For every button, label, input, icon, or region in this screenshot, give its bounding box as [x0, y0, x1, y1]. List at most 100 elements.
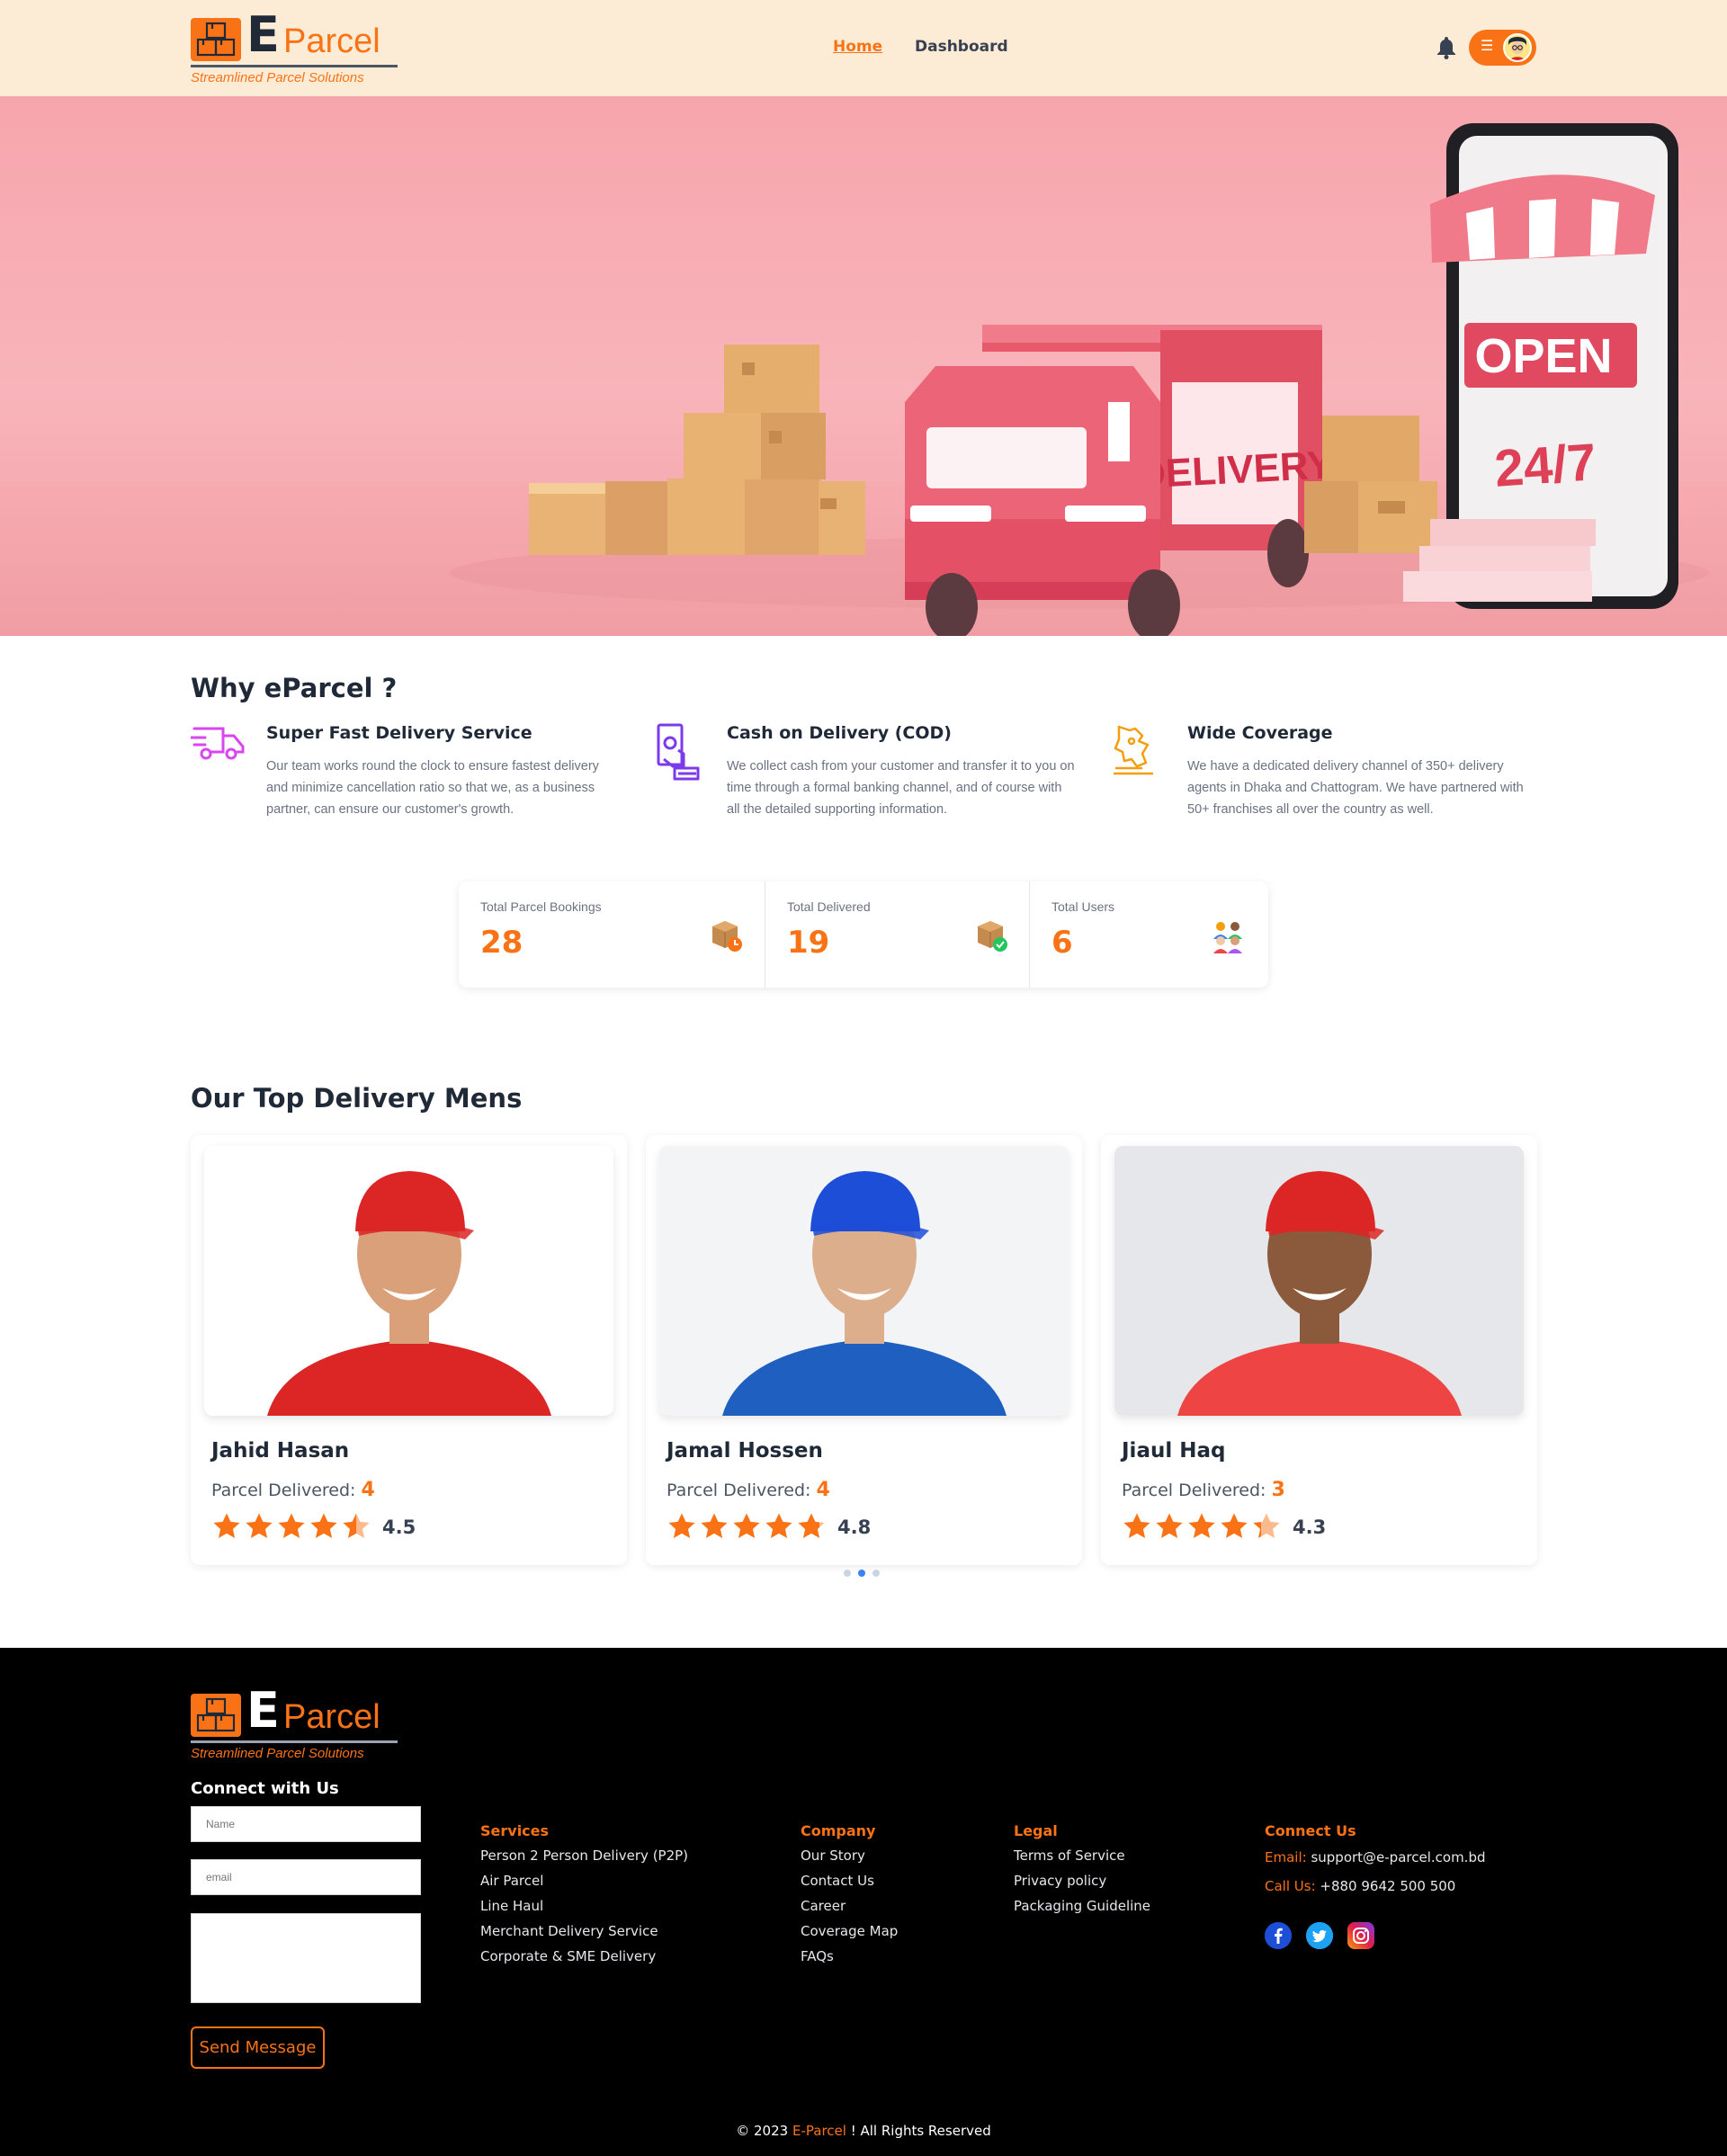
- phone-value[interactable]: +880 9642 500 500: [1320, 1878, 1455, 1894]
- star-icon: [1219, 1511, 1249, 1542]
- hero-banner: DELIVERY OPEN 24/7: [0, 96, 1727, 636]
- open-sign-text: OPEN: [1474, 329, 1612, 383]
- delivery-man-card[interactable]: Jahid Hasan Parcel Delivered: 4 4.5: [191, 1135, 627, 1565]
- nav-dashboard-link[interactable]: Dashboard: [915, 38, 1008, 56]
- bell-icon[interactable]: [1436, 36, 1456, 63]
- services-heading: Services: [480, 1822, 550, 1839]
- star-icon: [796, 1511, 827, 1542]
- company-link[interactable]: Our Story: [801, 1843, 898, 1868]
- stat-label: Total Delivered: [787, 899, 871, 914]
- stats-panel: Total Parcel Bookings 28 Total Delivered…: [459, 881, 1268, 988]
- email-label: Email:: [1265, 1849, 1307, 1865]
- users-icon: [1210, 917, 1246, 953]
- logo-rule: [191, 1740, 398, 1743]
- logo-rule: [191, 65, 398, 67]
- stat-value: 6: [1051, 925, 1073, 961]
- services-link[interactable]: Person 2 Person Delivery (P2P): [480, 1843, 688, 1868]
- services-link[interactable]: Air Parcel: [480, 1868, 688, 1893]
- star-icon: [341, 1511, 371, 1542]
- company-link[interactable]: FAQs: [801, 1944, 898, 1969]
- parcel-check-icon: [974, 917, 1010, 953]
- contact-name-input[interactable]: [191, 1806, 421, 1842]
- rating-value: 4.8: [837, 1516, 872, 1538]
- delivery-man-name: Jahid Hasan: [211, 1439, 350, 1463]
- services-link[interactable]: Line Haul: [480, 1893, 688, 1919]
- parcel-delivered-label: Parcel Delivered:: [667, 1481, 811, 1500]
- brand-logo[interactable]: E Parcel Streamlined Parcel Solutions: [191, 11, 399, 90]
- legal-heading: Legal: [1014, 1822, 1058, 1839]
- copyright-prefix: © 2023: [736, 2123, 789, 2139]
- parcel-delivered: Parcel Delivered: 3: [1122, 1479, 1285, 1501]
- star-icon: [309, 1511, 339, 1542]
- star-icon: [1122, 1511, 1152, 1542]
- boxes-logo-icon: [191, 1694, 241, 1737]
- services-link[interactable]: Corporate & SME Delivery: [480, 1944, 688, 1969]
- feature-description: Our team works round the clock to ensure…: [266, 759, 599, 817]
- twitter-icon[interactable]: [1306, 1922, 1333, 1949]
- company-link[interactable]: Coverage Map: [801, 1919, 898, 1944]
- top-delivery-title: Our Top Delivery Mens: [191, 1083, 523, 1114]
- star-icon: [667, 1511, 697, 1542]
- legal-link[interactable]: Privacy policy: [1014, 1868, 1150, 1893]
- brand-tagline: Streamlined Parcel Solutions: [191, 70, 364, 85]
- cash-hand-icon: [651, 723, 705, 781]
- services-link[interactable]: Merchant Delivery Service: [480, 1919, 688, 1944]
- stat-label: Total Users: [1051, 899, 1115, 914]
- call-label: Call Us:: [1265, 1878, 1316, 1894]
- instagram-icon[interactable]: [1347, 1922, 1374, 1949]
- hamburger-icon: ☰: [1481, 37, 1494, 54]
- copyright-brand-link[interactable]: E-Parcel: [792, 2123, 846, 2139]
- carousel-dot[interactable]: [844, 1570, 851, 1577]
- footer-contact: Connect Us Email: support@e-parcel.com.b…: [1265, 1822, 1486, 1901]
- footer-company: Company Our Story Contact Us Career Cove…: [801, 1822, 898, 1969]
- phone-shop: OPEN 24/7: [1403, 123, 1678, 609]
- delivery-illustration: DELIVERY OPEN 24/7: [0, 123, 1727, 636]
- stat-total-bookings: Total Parcel Bookings 28: [459, 881, 765, 988]
- rating-value: 4.5: [382, 1516, 416, 1538]
- boxes-logo-icon: [191, 18, 241, 61]
- map-coverage-icon: [1112, 723, 1166, 777]
- delivery-man-card[interactable]: Jamal Hossen Parcel Delivered: 4 4.8: [646, 1135, 1082, 1565]
- send-message-button[interactable]: Send Message: [191, 2026, 325, 2069]
- parcel-delivered-count: 4: [361, 1479, 375, 1501]
- parcel-delivered: Parcel Delivered: 4: [211, 1479, 375, 1501]
- email-value[interactable]: support@e-parcel.com.bd: [1311, 1849, 1485, 1865]
- delivery-man-card[interactable]: Jiaul Haq Parcel Delivered: 3 4.3: [1101, 1135, 1537, 1565]
- stat-value: 19: [787, 925, 830, 961]
- star-icon: [244, 1511, 274, 1542]
- copyright-suffix: ! All Rights Reserved: [850, 2123, 991, 2139]
- parcel-clock-icon: [709, 917, 745, 953]
- footer-brand-logo[interactable]: E Parcel Streamlined Parcel Solutions: [191, 1686, 399, 1766]
- feature-title: Wide Coverage: [1187, 723, 1333, 743]
- top-navbar: E Parcel Streamlined Parcel Solutions Ho…: [0, 0, 1727, 96]
- feature-title: Super Fast Delivery Service: [266, 723, 532, 743]
- copyright: © 2023 E-Parcel ! All Rights Reserved: [0, 2123, 1727, 2139]
- delivery-man-name: Jiaul Haq: [1122, 1439, 1226, 1463]
- brand-word: Parcel: [283, 1698, 380, 1736]
- legal-link[interactable]: Packaging Guideline: [1014, 1893, 1150, 1919]
- legal-link[interactable]: Terms of Service: [1014, 1843, 1150, 1868]
- company-link[interactable]: Contact Us: [801, 1868, 898, 1893]
- contact-email-row: Email: support@e-parcel.com.bd: [1265, 1843, 1486, 1872]
- feature-title: Cash on Delivery (COD): [727, 723, 952, 743]
- connect-title: Connect with Us: [191, 1779, 339, 1798]
- carousel-dot-active[interactable]: [858, 1570, 865, 1577]
- delivery-man-name: Jamal Hossen: [667, 1439, 823, 1463]
- parcel-delivered-count: 4: [816, 1479, 830, 1501]
- contact-message-textarea[interactable]: [191, 1913, 421, 2003]
- star-icon: [699, 1511, 729, 1542]
- facebook-icon[interactable]: [1265, 1922, 1292, 1949]
- delivery-man-photo: [659, 1146, 1069, 1416]
- profile-menu-button[interactable]: ☰: [1469, 30, 1536, 66]
- stat-value: 28: [480, 925, 523, 961]
- company-link[interactable]: Career: [801, 1893, 898, 1919]
- star-icon: [1251, 1511, 1282, 1542]
- contact-heading: Connect Us: [1265, 1822, 1356, 1839]
- star-icon: [1154, 1511, 1185, 1542]
- parcel-delivered: Parcel Delivered: 4: [667, 1479, 830, 1501]
- carousel-dot[interactable]: [872, 1570, 880, 1577]
- brand-letter: E: [246, 1682, 280, 1739]
- parcel-boxes: [529, 344, 865, 555]
- nav-home-link[interactable]: Home: [833, 38, 882, 56]
- contact-email-input[interactable]: [191, 1859, 421, 1895]
